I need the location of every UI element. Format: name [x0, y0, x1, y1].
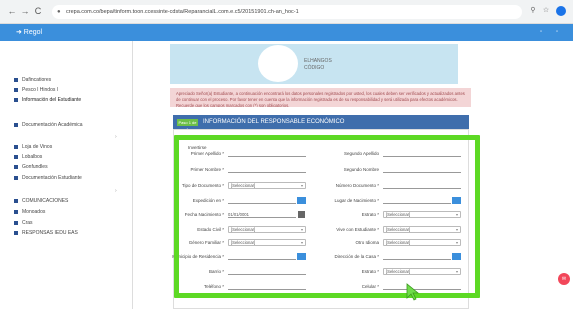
sidebar-item-comunicaciones[interactable]: COMUNICACIONES	[14, 198, 68, 204]
app-header: ➜ Regol ▫ ▫	[0, 24, 573, 41]
sidebar-item-informacion-estudiante[interactable]: Información del Estudiante	[14, 97, 81, 103]
lock-icon: ●	[57, 9, 61, 15]
section-title: INFORMACIÓN DEL RESPONSABLE ECONÓMICO	[203, 119, 345, 125]
avatar	[258, 45, 298, 82]
info-alert: Apreciado Señor(a) Estudiante, a continu…	[170, 88, 471, 107]
reload-icon[interactable]: C	[32, 5, 44, 17]
address-bar[interactable]: ● crepa.com.co/bepa/tinform.toon.ccessin…	[52, 5, 522, 19]
menu-dots-icon[interactable]: ▫	[540, 28, 542, 37]
chevron-icon: ›	[115, 134, 117, 140]
sidebar-item-documentacion-estudiante[interactable]: Documentación Estudiante	[14, 175, 82, 181]
sidebar-item-monoados[interactable]: Monoados	[14, 209, 45, 215]
sidebar-item-dafincatiores[interactable]: Dafincatiores	[14, 77, 51, 83]
sidebar-item-lobalbos[interactable]: Lobalbos	[14, 154, 42, 160]
chat-button[interactable]: ✉	[558, 273, 570, 285]
profile-banner	[170, 44, 458, 84]
settings-icon[interactable]: ▫	[556, 28, 558, 37]
url-text: crepa.com.co/bepa/tinform.toon.ccessinte…	[66, 9, 299, 15]
forward-arrow-icon[interactable]: →	[19, 5, 31, 17]
sidebar-item-gonfundles[interactable]: Gonfundles	[14, 164, 48, 170]
step-badge: Paso 1 de 1	[177, 119, 198, 132]
chevron-icon: ›	[115, 188, 117, 194]
back-link[interactable]: ➜ Regol	[16, 27, 42, 38]
profile-code: CÓDIGO	[304, 65, 325, 71]
back-arrow-icon[interactable]: ←	[6, 5, 18, 17]
sidebar-item-responsas[interactable]: RESPONSAS IEDU EAS	[14, 230, 78, 236]
sidebar-item-cras[interactable]: Cras	[14, 220, 33, 226]
profile-icon[interactable]	[556, 6, 566, 16]
browser-toolbar: ← → C ● crepa.com.co/bepa/tinform.toon.c…	[0, 0, 573, 24]
sidebar-item-loja[interactable]: Loja de Vinos	[14, 144, 52, 150]
profile-name: ELHANGOS	[304, 58, 332, 64]
star-icon[interactable]: ☆	[541, 6, 551, 16]
cursor-icon	[406, 283, 420, 301]
highlight-frame	[174, 135, 480, 298]
search-icon[interactable]: ⚲	[528, 6, 538, 16]
sidebar-item-pesco[interactable]: Pesco l Hindos l	[14, 87, 58, 93]
sidebar-item-documentacion-academica[interactable]: Documentación Académica	[14, 122, 83, 128]
